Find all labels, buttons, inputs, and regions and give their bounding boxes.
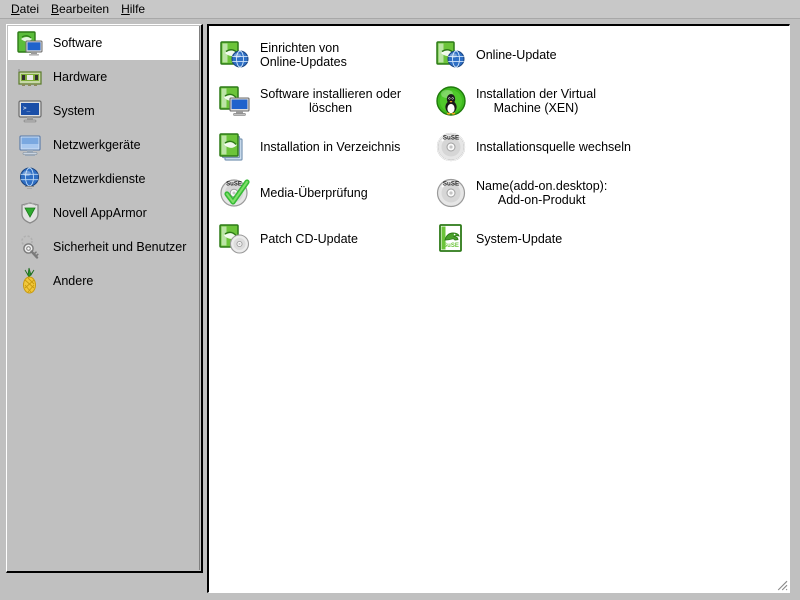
sidebar-item-netzwerkgeraete[interactable]: Netzwerkgeräte (8, 128, 199, 162)
module-installation-source[interactable]: SuSE Installationsquelle wechseln (425, 124, 789, 170)
module-label: Installationsquelle wechseln (476, 140, 631, 155)
module-label: Media-Überprüfung (260, 186, 368, 201)
media-check-cd-icon: SuSE (218, 176, 252, 210)
module-patch-cd-update[interactable]: Patch CD-Update (209, 216, 425, 262)
module-install-directory[interactable]: Installation in Verzeichnis (209, 124, 425, 170)
menu-mnemonic: H (121, 2, 130, 16)
menu-item-hilfe[interactable]: Hilfe (116, 1, 152, 17)
patch-cd-update-icon (218, 222, 252, 256)
software-monitor-icon (16, 29, 44, 57)
menu-mnemonic: D (11, 2, 20, 16)
system-terminal-icon: >_ (16, 97, 44, 125)
other-pineapple-icon (16, 267, 44, 295)
module-online-update-setup[interactable]: Einrichten vonOnline-Updates (209, 32, 425, 78)
install-directory-icon (218, 130, 252, 164)
module-grid: Einrichten vonOnline-Updates (209, 32, 789, 262)
module-label: Patch CD-Update (260, 232, 358, 247)
security-keys-icon (16, 233, 44, 261)
system-update-gecko-icon: SuSE (434, 222, 468, 256)
resize-grip[interactable] (772, 575, 788, 591)
menu-item-bearbeiten[interactable]: Bearbeiten (46, 1, 116, 17)
sidebar-item-label: Netzwerkgeräte (53, 138, 141, 152)
sidebar-item-label: Hardware (53, 70, 107, 84)
module-addon-product[interactable]: SuSE Name(add-on.desktop):Add-on-Produkt (425, 170, 789, 216)
software-install-icon (218, 84, 252, 118)
menu-bar: Datei Bearbeiten Hilfe (0, 0, 800, 19)
network-device-icon (16, 131, 44, 159)
module-system-update[interactable]: SuSE System-Update (425, 216, 789, 262)
sidebar-item-novell-apparmor[interactable]: Novell AppArmor (8, 196, 199, 230)
svg-text:>_: >_ (23, 105, 31, 112)
svg-text:SuSE: SuSE (443, 181, 459, 188)
module-xen-virtual-machine[interactable]: Installation der VirtualMachine (XEN) (425, 78, 789, 124)
category-sidebar: Software Hardware (6, 24, 203, 573)
workspace: Software Hardware (0, 20, 800, 600)
svg-text:SuSE: SuSE (443, 243, 459, 249)
hardware-card-icon (16, 63, 44, 91)
menu-rest: atei (20, 2, 39, 16)
module-label: System-Update (476, 232, 562, 247)
module-label: Einrichten vonOnline-Updates (260, 41, 347, 70)
sidebar-item-andere[interactable]: Andere (8, 264, 199, 298)
apparmor-shield-icon (16, 199, 44, 227)
sidebar-item-sicherheit-und-benutzer[interactable]: Sicherheit und Benutzer (8, 230, 199, 264)
module-panel: Einrichten vonOnline-Updates (207, 24, 790, 593)
online-update-setup-icon (218, 38, 252, 72)
module-label: Software installieren oderlöschen (260, 87, 401, 116)
sidebar-item-label: Netzwerkdienste (53, 172, 145, 186)
sidebar-item-label: Software (53, 36, 102, 50)
sidebar-item-hardware[interactable]: Hardware (8, 60, 199, 94)
sidebar-item-software[interactable]: Software (8, 26, 199, 60)
sidebar-item-label: Sicherheit und Benutzer (53, 240, 186, 254)
sidebar-item-label: System (53, 104, 95, 118)
module-software-install[interactable]: Software installieren oderlöschen (209, 78, 425, 124)
module-label: Name(add-on.desktop):Add-on-Produkt (476, 179, 607, 208)
sidebar-item-netzwerkdienste[interactable]: Netzwerkdienste (8, 162, 199, 196)
menu-rest: earbeiten (59, 2, 109, 16)
module-media-check[interactable]: SuSE Media-Überprüfung (209, 170, 425, 216)
module-label: Online-Update (476, 48, 557, 63)
svg-text:SuSE: SuSE (226, 182, 242, 188)
addon-product-cd-icon: SuSE (434, 176, 468, 210)
menu-rest: ilfe (130, 2, 145, 16)
sidebar-item-label: Novell AppArmor (53, 206, 147, 220)
online-update-icon (434, 38, 468, 72)
network-globe-icon (16, 165, 44, 193)
category-list: Software Hardware (8, 26, 200, 570)
module-online-update[interactable]: Online-Update (425, 32, 789, 78)
module-label: Installation der VirtualMachine (XEN) (476, 87, 596, 116)
xen-penguin-icon (434, 84, 468, 118)
menu-mnemonic: B (51, 2, 59, 16)
sidebar-item-label: Andere (53, 274, 93, 288)
svg-text:SuSE: SuSE (443, 135, 459, 142)
sidebar-item-system[interactable]: >_ System (8, 94, 199, 128)
installation-source-cd-icon: SuSE (434, 130, 468, 164)
menu-item-datei[interactable]: Datei (6, 1, 46, 17)
module-label: Installation in Verzeichnis (260, 140, 400, 155)
